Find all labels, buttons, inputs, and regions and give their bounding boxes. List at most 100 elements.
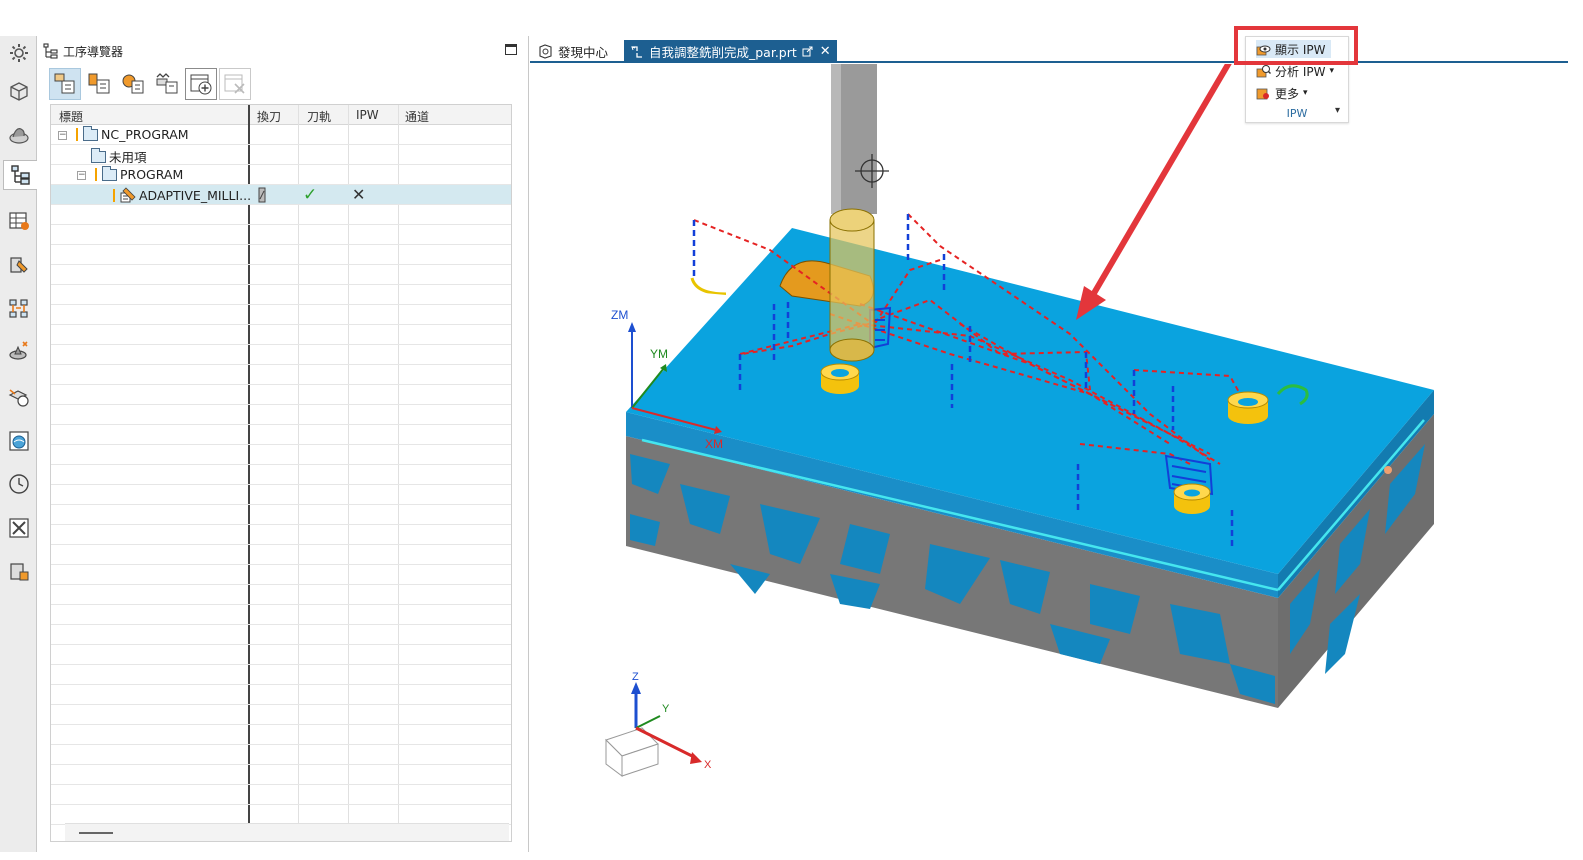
empty-tree-row	[51, 785, 511, 805]
empty-tree-row	[51, 345, 511, 365]
program-folder-icon	[83, 125, 98, 141]
cam-setup-icon[interactable]	[4, 382, 34, 412]
tool-library-icon[interactable]	[4, 250, 34, 280]
column-header-toolpath[interactable]: 刀軌	[307, 108, 331, 125]
part-navigator-icon[interactable]	[4, 76, 34, 106]
empty-tree-row	[51, 445, 511, 465]
cutting-tool	[829, 208, 875, 232]
modified-part-icon	[631, 45, 642, 58]
manufacturing-wizard-icon[interactable]	[4, 336, 34, 366]
navigator-title: 工序導覽器	[63, 44, 124, 59]
callout-highlight-box	[1234, 26, 1358, 65]
operation-tree: 標題 換刀 刀軌 IPW 通道 − NC_PROGRAM 未用項 − PROGR…	[50, 104, 512, 842]
operation-navigator-icon	[43, 43, 58, 59]
web-browser-icon[interactable]	[4, 426, 34, 456]
operation-navigator-panel: 工序導覽器 標題 換刀 刀軌 IPW 通道 − NC_PROGRAM 未用項 −…	[37, 36, 525, 852]
annotation-arrow	[1076, 64, 1232, 320]
tree-row-program[interactable]: − PROGRAM	[51, 165, 511, 185]
empty-tree-row	[51, 645, 511, 665]
empty-tree-row	[51, 285, 511, 305]
row-label: PROGRAM	[120, 167, 184, 182]
drill-hole	[1227, 391, 1269, 424]
empty-tree-row	[51, 205, 511, 225]
tree-row-unused-items[interactable]: 未用項	[51, 145, 511, 165]
machine-tool-view-button[interactable]	[83, 68, 115, 100]
empty-tree-row	[51, 665, 511, 685]
wcs-x-label: XM	[705, 437, 723, 451]
tab-active-part[interactable]: 自我調整銑削完成_par.prt ✕	[624, 40, 837, 63]
more-ipw-icon	[1256, 88, 1269, 99]
collapse-toggle-icon[interactable]: −	[77, 171, 86, 180]
tool-holder	[831, 64, 841, 214]
create-operation-button[interactable]	[185, 68, 217, 100]
empty-tree-row	[51, 325, 511, 345]
tool-change-icon	[258, 187, 266, 203]
row-label: 未用項	[109, 150, 147, 165]
machine-tool-navigator-icon[interactable]	[4, 206, 34, 236]
view-triad[interactable]	[605, 682, 702, 777]
empty-tree-row	[51, 565, 511, 585]
tab-discovery-center[interactable]: 發現中心	[532, 40, 614, 63]
model-scene[interactable]: ZM YM XM Z Y X	[530, 64, 1568, 852]
process-tools-icon[interactable]	[4, 513, 34, 543]
ribbon-group-footer[interactable]: IPW ▾	[1246, 105, 1348, 123]
navigator-header: 工序導覽器	[43, 42, 123, 60]
more-dropdown[interactable]: 更多 ▾	[1256, 84, 1308, 102]
assembly-navigator-icon[interactable]	[4, 120, 34, 150]
scroll-thumb[interactable]	[79, 832, 113, 834]
program-order-view-button[interactable]	[49, 68, 81, 100]
adaptive-milling-operation-icon	[120, 187, 136, 203]
panel-splitter[interactable]	[528, 36, 529, 852]
graphics-viewport[interactable]: ZM YM XM Z Y X	[530, 64, 1568, 852]
empty-tree-row	[51, 505, 511, 525]
geometry-view-button[interactable]	[117, 68, 149, 100]
collapse-toggle-icon[interactable]: −	[58, 131, 67, 140]
tab-label: 自我調整銑削完成_par.prt	[649, 45, 797, 60]
history-clock-icon[interactable]	[4, 469, 34, 499]
machining-method-view-button[interactable]	[151, 68, 183, 100]
operation-navigator-icon[interactable]	[3, 160, 38, 190]
empty-tree-row	[51, 685, 511, 705]
row-label: NC_PROGRAM	[101, 127, 189, 142]
column-header-channel[interactable]: 通道	[405, 108, 429, 125]
wcs-z-label: ZM	[611, 308, 628, 322]
ribbon-item-label: 更多	[1275, 86, 1300, 101]
machine-library-icon[interactable]	[4, 557, 34, 587]
warning-marker-icon	[76, 128, 78, 141]
program-folder-icon	[102, 165, 117, 181]
column-header-ipw[interactable]: IPW	[356, 108, 379, 122]
triad-y-label: Y	[662, 703, 670, 715]
feature-navigator-icon[interactable]	[4, 294, 34, 324]
chevron-down-icon: ▾	[1329, 66, 1334, 76]
close-tab-button[interactable]: ✕	[820, 44, 831, 59]
maximize-panel-button[interactable]	[505, 44, 517, 55]
settings-gear-icon[interactable]	[4, 38, 34, 68]
empty-tree-row	[51, 405, 511, 425]
tree-row-nc-program[interactable]: − NC_PROGRAM	[51, 125, 511, 145]
cutting-tool	[829, 219, 875, 351]
empty-tree-row	[51, 605, 511, 625]
edge-marker	[1384, 466, 1392, 474]
column-header-tool-change[interactable]: 換刀	[257, 108, 281, 125]
group-chevron-icon[interactable]: ▾	[1335, 105, 1340, 116]
cutting-tool	[829, 338, 875, 362]
empty-tree-row	[51, 425, 511, 445]
column-header-title[interactable]: 標題	[59, 108, 83, 125]
horizontal-scrollbar[interactable]	[65, 823, 509, 841]
empty-tree-row	[51, 265, 511, 285]
ipw-status-cross-icon: ✕	[352, 185, 366, 204]
resource-bar	[0, 36, 38, 852]
toolpath-status-check-icon: ✓	[303, 185, 318, 205]
empty-tree-row	[51, 485, 511, 505]
empty-tree-row	[51, 545, 511, 565]
delete-operation-button[interactable]	[219, 68, 251, 100]
drill-hole	[1173, 483, 1211, 514]
tab-label: 發現中心	[558, 45, 609, 60]
row-label: ADAPTIVE_MILLI...	[139, 187, 252, 203]
empty-tree-row	[51, 465, 511, 485]
discovery-center-icon	[539, 44, 552, 59]
tree-row-adaptive-milling[interactable]: ADAPTIVE_MILLI... ✓ ✕	[51, 185, 511, 205]
empty-tree-row	[51, 305, 511, 325]
tree-header: 標題 換刀 刀軌 IPW 通道	[51, 105, 511, 125]
undock-icon[interactable]	[802, 46, 813, 57]
